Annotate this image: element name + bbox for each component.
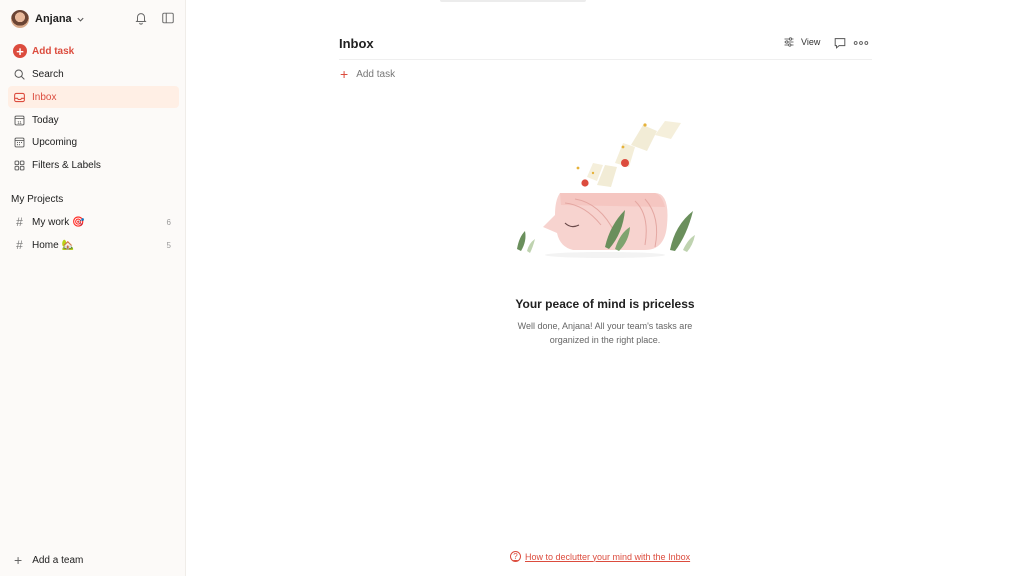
sidebar: Anjana + Add task Search Inbox 11 Today …: [0, 0, 186, 576]
empty-state-title: Your peace of mind is priceless: [515, 297, 695, 311]
inbox-icon: [14, 92, 25, 102]
task-count: 6: [166, 217, 171, 227]
grid-icon: [14, 160, 25, 170]
empty-state-description: Well done, Anjana! All your team's tasks…: [517, 321, 693, 345]
add-task-button[interactable]: + Add task: [8, 40, 179, 62]
project-item-my-work[interactable]: # My work 🎯 6: [8, 211, 179, 233]
add-task-inline-button[interactable]: + Add task: [340, 67, 395, 81]
sidebar-toggle-icon[interactable]: [161, 11, 175, 25]
sidebar-item-filters-labels[interactable]: Filters & Labels: [8, 154, 179, 176]
sidebar-item-inbox[interactable]: Inbox: [8, 86, 179, 108]
view-button[interactable]: View: [783, 36, 820, 48]
peace-of-mind-illustration: [517, 121, 695, 258]
chevron-down-icon: [77, 17, 84, 22]
search-icon: [14, 69, 25, 80]
user-menu[interactable]: Anjana: [11, 9, 85, 29]
svg-text:11: 11: [17, 119, 22, 124]
sliders-icon: [784, 37, 794, 47]
more-icon[interactable]: [853, 37, 869, 49]
add-team-button[interactable]: + Add a team: [14, 552, 83, 568]
sidebar-item-upcoming[interactable]: Upcoming: [8, 131, 179, 153]
bell-icon[interactable]: [134, 11, 148, 25]
today-icon: 11: [14, 115, 25, 125]
plus-icon: +: [340, 66, 349, 82]
hash-icon: #: [16, 238, 23, 252]
page-title: Inbox: [339, 36, 374, 51]
task-count: 5: [166, 240, 171, 250]
plus-circle-icon: +: [13, 44, 27, 58]
help-link[interactable]: ? How to declutter your mind with the In…: [510, 551, 690, 562]
plus-icon: +: [14, 552, 23, 568]
user-name: Anjana: [35, 13, 72, 25]
avatar: [11, 10, 29, 28]
hash-icon: #: [16, 215, 23, 229]
sidebar-item-search[interactable]: Search: [8, 63, 179, 85]
help-icon: ?: [510, 551, 521, 562]
project-item-home[interactable]: # Home 🏡 5: [8, 234, 179, 256]
sidebar-item-today[interactable]: 11 Today: [8, 109, 179, 131]
projects-heading[interactable]: My Projects: [11, 194, 63, 205]
top-edge-bar: [440, 0, 586, 2]
comment-icon[interactable]: [833, 36, 847, 50]
header-divider: [339, 59, 872, 60]
calendar-icon: [14, 137, 25, 147]
